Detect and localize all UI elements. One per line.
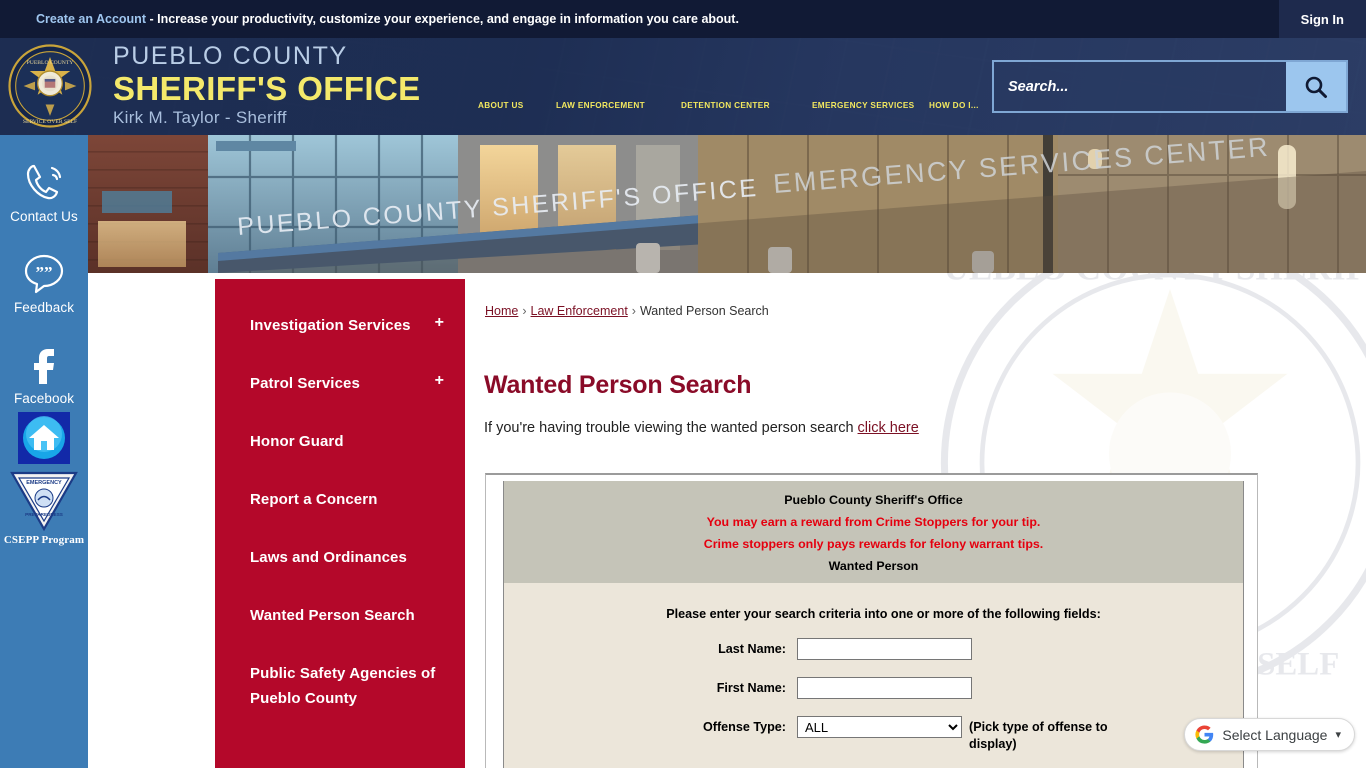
breadcrumb-separator-2: › (631, 304, 636, 318)
sidebar-label-honor-guard: Honor Guard (250, 433, 344, 450)
rail-label-facebook: Facebook (13, 391, 75, 406)
main-navigation: ABOUT US LAW ENFORCEMENT DETENTION CENTE… (478, 101, 999, 110)
sidebar-item-investigation-services[interactable]: Investigation Services + (215, 313, 465, 371)
embed-header: Pueblo County Sheriff's Office You may e… (504, 481, 1243, 583)
sidebar-item-report-a-concern[interactable]: Report a Concern (215, 487, 465, 545)
rail-label-feedback: Feedback (13, 300, 75, 315)
breadcrumb-separator-1: › (522, 304, 527, 318)
embed-section-title: Wanted Person (828, 559, 919, 573)
brand-block[interactable]: PUEBLO COUNTY SHERIFF'S OFFICE Kirk M. T… (113, 44, 421, 128)
last-name-label: Last Name: (718, 642, 786, 656)
main-content: PUEBLO COUNTY SHERIFF'S SERVICE OVER SEL… (465, 273, 1366, 768)
facebook-icon (34, 349, 54, 384)
offense-type-select[interactable]: ALL (797, 716, 962, 738)
rail-item-feedback[interactable]: ”” Feedback (0, 252, 88, 315)
intro-paragraph: If you're having trouble viewing the wan… (484, 420, 919, 436)
sign-in-button[interactable]: Sign In (1278, 0, 1366, 38)
sheriff-seal-logo[interactable]: PUEBLO COUNTY SERVICE OVER SELF (6, 40, 94, 132)
sidebar-label-public-safety-agencies: Public Safety Agencies of Pueblo County (250, 665, 436, 707)
rail-label-contact-us: Contact Us (10, 209, 78, 224)
section-side-menu: Investigation Services + Patrol Services… (215, 279, 465, 768)
site-search (992, 60, 1348, 113)
rail-item-contact-us[interactable]: Contact Us (0, 161, 88, 224)
embed-notice-reward: You may earn a reward from Crime Stopper… (706, 515, 1041, 529)
embed-agency-name: Pueblo County Sheriff's Office (784, 493, 963, 507)
sidebar-label-patrol-services: Patrol Services (250, 375, 360, 392)
left-quick-links-rail: Contact Us ”” Feedback Facebook EMERGENC… (0, 135, 88, 768)
offense-type-label: Offense Type: (702, 720, 786, 734)
embed-notice-felony: Crime stoppers only pays rewards for fel… (703, 537, 1044, 551)
svg-text:PUEBLO COUNTY: PUEBLO COUNTY (27, 60, 74, 66)
brand-office: SHERIFF'S OFFICE (113, 70, 421, 107)
brand-county: PUEBLO COUNTY (113, 42, 348, 70)
svg-text:SERVICE OVER SELF: SERVICE OVER SELF (23, 119, 77, 125)
hero-banner-photo: PUEBLO COUNTY SHERIFF'S OFFICE EMERGENCY… (88, 135, 1366, 273)
hero-building-illustration: PUEBLO COUNTY SHERIFF'S OFFICE EMERGENCY… (88, 135, 1366, 273)
expand-plus-icon-patrol-services[interactable]: + (435, 371, 444, 391)
search-criteria-instruction: Please enter your search criteria into o… (666, 607, 1101, 621)
wanted-person-search-embed: Pueblo County Sheriff's Office You may e… (485, 473, 1258, 768)
breadcrumb-current: Wanted Person Search (639, 304, 769, 318)
nav-item-emergency-services[interactable]: EMERGENCY SERVICES (812, 101, 929, 110)
nav-item-how-do-i[interactable]: HOW DO I... (929, 101, 999, 110)
rail-item-facebook[interactable]: Facebook (0, 343, 88, 406)
svg-text:EMERGENCY: EMERGENCY (26, 480, 62, 486)
first-name-label: First Name: (716, 681, 786, 695)
rail-item-csepp[interactable]: EMERGENCY PREPAREDNESS CSEPP Program (0, 470, 88, 546)
brand-sheriff-name: Kirk M. Taylor - Sheriff (113, 108, 287, 127)
sidebar-label-report-a-concern: Report a Concern (250, 491, 378, 508)
chevron-down-icon: ▾ (1335, 729, 1341, 741)
search-icon (1305, 76, 1327, 98)
quote-bubble-icon: ”” (24, 254, 64, 294)
top-bar-message-text: - Increase your productivity, customize … (145, 12, 739, 26)
breadcrumb: Home › Law Enforcement › Wanted Person Searc… (485, 304, 769, 318)
select-language-label: Select Language (1222, 726, 1328, 743)
sidebar-item-laws-and-ordinances[interactable]: Laws and Ordinances (215, 545, 465, 603)
sidebar-label-laws-and-ordinances: Laws and Ordinances (250, 549, 407, 566)
sidebar-item-public-safety-agencies[interactable]: Public Safety Agencies of Pueblo County (215, 661, 465, 719)
svg-text:””: ”” (36, 263, 53, 282)
wanted-person-search-panel: Pueblo County Sheriff's Office You may e… (503, 481, 1244, 768)
select-language-widget[interactable]: Select Language ▾ (1184, 718, 1355, 751)
rail-label-csepp: CSEPP Program (3, 534, 85, 546)
intro-text: If you're having trouble viewing the wan… (484, 419, 858, 436)
nav-item-about-us[interactable]: ABOUT US (478, 101, 556, 110)
csepp-triangle-icon: EMERGENCY PREPAREDNESS (10, 471, 78, 532)
breadcrumb-law-enforcement[interactable]: Law Enforcement (531, 304, 628, 318)
last-name-input[interactable] (797, 638, 972, 660)
field-row-last-name: Last Name: (504, 638, 1243, 660)
expand-plus-icon-investigation-services[interactable]: + (435, 313, 444, 333)
sidebar-item-patrol-services[interactable]: Patrol Services + (215, 371, 465, 429)
site-header: PUEBLO COUNTY SERVICE OVER SELF PUEBLO C… (0, 38, 1366, 135)
top-account-bar: Create an Account - Increase your produc… (0, 0, 1366, 38)
google-g-icon (1195, 725, 1214, 744)
nav-item-law-enforcement[interactable]: LAW ENFORCEMENT (556, 101, 681, 110)
sidebar-item-wanted-person-search[interactable]: Wanted Person Search (215, 603, 465, 661)
field-row-offense-type: Offense Type: ALL (Pick type of offense … (504, 716, 1243, 753)
breadcrumb-home[interactable]: Home (485, 304, 518, 318)
search-submit-button[interactable] (1286, 62, 1346, 111)
nav-item-detention-center[interactable]: DETENTION CENTER (681, 101, 812, 110)
top-bar-message: Create an Account - Increase your produc… (36, 12, 739, 26)
click-here-link[interactable]: click here (858, 420, 919, 436)
sidebar-item-honor-guard[interactable]: Honor Guard (215, 429, 465, 487)
search-input[interactable] (994, 62, 1286, 111)
svg-text:PREPAREDNESS: PREPAREDNESS (25, 512, 63, 517)
phone-icon (26, 164, 62, 200)
embed-body: Please enter your search criteria into o… (504, 583, 1243, 768)
blue-home-badge-icon (18, 412, 70, 464)
offense-type-hint: (Pick type of offense to display) (969, 720, 1108, 751)
first-name-input[interactable] (797, 677, 972, 699)
field-row-first-name: First Name: (504, 677, 1243, 699)
sidebar-label-wanted-person-search: Wanted Person Search (250, 607, 415, 624)
rail-item-home-badge[interactable] (0, 412, 88, 464)
svg-text:PUEBLO COUNTY SHERIFF'S: PUEBLO COUNTY SHERIFF'S (935, 273, 1366, 288)
create-account-link[interactable]: Create an Account (36, 12, 146, 26)
sidebar-label-investigation-services: Investigation Services (250, 317, 411, 334)
page-title: Wanted Person Search (484, 370, 752, 399)
